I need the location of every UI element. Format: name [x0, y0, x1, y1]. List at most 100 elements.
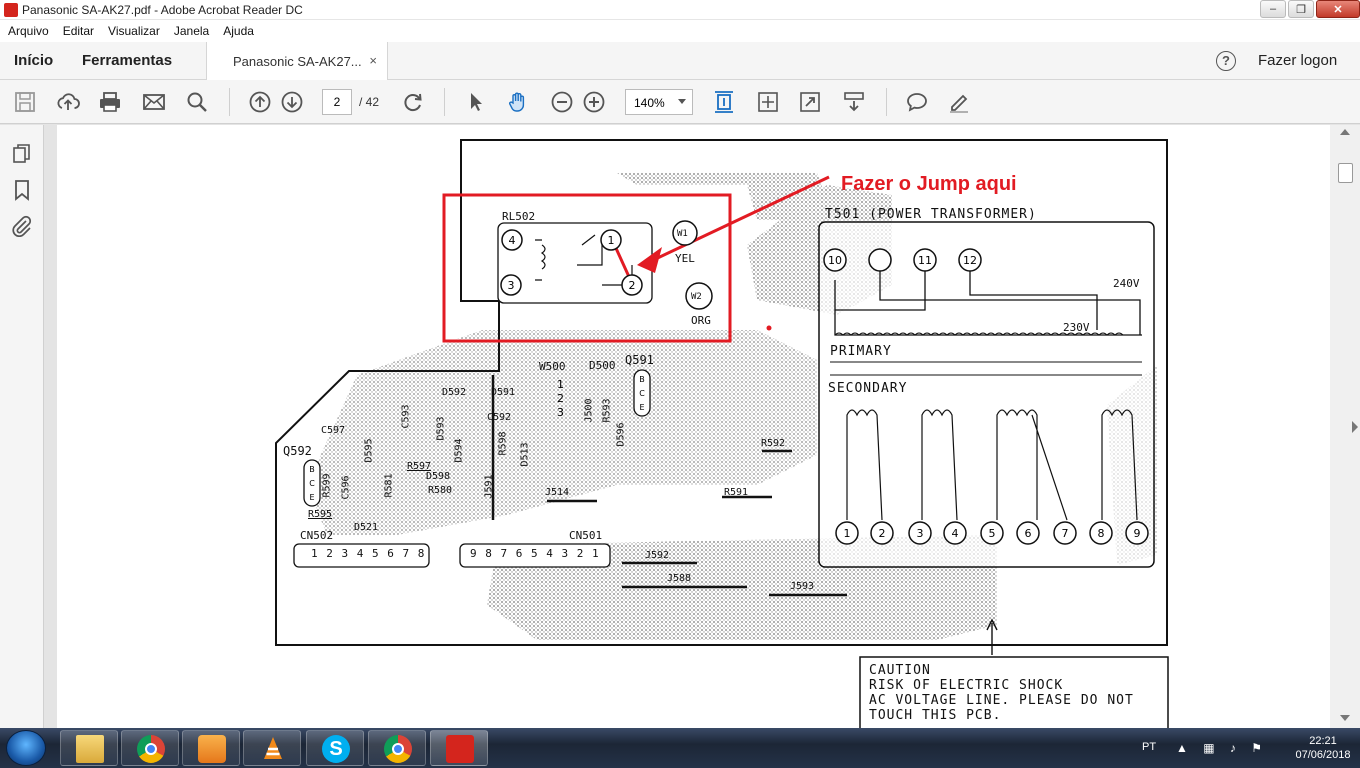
zoom-in-icon[interactable] — [582, 90, 606, 114]
secondary-pin-label: 6 — [1025, 527, 1032, 540]
scroll-mode-icon[interactable] — [756, 90, 780, 114]
caution-line: CAUTION — [869, 663, 931, 678]
document-viewport[interactable]: 4 1 3 2 10 11 12 1 2 3 4 5 6 7 8 9 1 2 3 B C E B C E Fazer o Jum… — [45, 125, 1330, 728]
j592-label: J592 — [645, 550, 670, 561]
clock-time: 22:21 — [1309, 735, 1337, 747]
r593-label: R593 — [601, 398, 613, 423]
r598-label: R598 — [497, 431, 509, 456]
primary-pin-label: 10 — [828, 254, 842, 267]
w500-label: W500 — [539, 360, 566, 373]
tab-tools[interactable]: Ferramentas — [82, 52, 172, 69]
r591-label: R591 — [724, 487, 749, 498]
q591-pin-label: C — [639, 389, 645, 398]
d521-label: D521 — [354, 522, 379, 533]
caution-line: TOUCH THIS PCB. — [869, 708, 1002, 723]
primary-pin-label: 12 — [963, 254, 977, 267]
pdf-page: 4 1 3 2 10 11 12 1 2 3 4 5 6 7 8 9 1 2 3 B C E B C E Fazer o Jum… — [57, 125, 1330, 728]
menu-bar: Arquivo Editar Visualizar Janela Ajuda — [0, 20, 1360, 42]
left-nav-panel — [0, 125, 52, 728]
relay-pin-label: 1 — [608, 234, 615, 247]
taskbar-file-explorer[interactable] — [60, 730, 118, 766]
windows-taskbar: S PT ▲ ▦ ♪ ⚑ 22:21 07/06/2018 — [0, 728, 1360, 768]
language-indicator[interactable]: PT — [1142, 741, 1156, 753]
select-cursor-icon[interactable] — [464, 90, 488, 114]
next-page-icon[interactable] — [280, 90, 304, 114]
clock[interactable]: 22:21 07/06/2018 — [1292, 734, 1354, 762]
page-number-input[interactable]: 2 — [322, 89, 352, 115]
menu-editar[interactable]: Editar — [55, 20, 100, 38]
taskbar-acrobat[interactable] — [430, 730, 488, 766]
scrollbar-thumb[interactable] — [1338, 163, 1353, 183]
minimize-button[interactable]: – — [1260, 0, 1286, 18]
tab-document[interactable]: Panasonic SA-AK27... × — [206, 42, 388, 80]
org-label: ORG — [691, 314, 711, 327]
toolbar-separator — [444, 88, 445, 116]
vertical-scrollbar[interactable] — [1330, 125, 1360, 728]
fit-page-icon[interactable] — [712, 90, 736, 114]
primary-label: PRIMARY — [830, 344, 892, 359]
help-icon[interactable]: ? — [1216, 51, 1236, 71]
hand-tool-icon[interactable] — [506, 90, 530, 114]
login-link[interactable]: Fazer logon — [1258, 52, 1337, 69]
taskbar-skype[interactable]: S — [306, 730, 364, 766]
q592-pin-label: E — [309, 493, 314, 502]
c597-label: C597 — [321, 425, 346, 436]
menu-arquivo[interactable]: Arquivo — [0, 20, 55, 38]
highlight-pen-icon[interactable] — [947, 90, 971, 114]
maximize-button[interactable]: ❐ — [1288, 0, 1314, 18]
read-mode-icon[interactable] — [842, 90, 866, 114]
email-icon[interactable] — [142, 90, 166, 114]
window-title: Panasonic SA-AK27.pdf - Adobe Acrobat Re… — [22, 3, 303, 17]
windows-start-button[interactable] — [6, 730, 46, 766]
taskbar-vlc[interactable] — [243, 730, 301, 766]
scroll-down-icon[interactable] — [1340, 715, 1350, 721]
taskbar-media-player[interactable] — [182, 730, 240, 766]
230v-label: 230V — [1063, 321, 1090, 334]
taskbar-chrome[interactable] — [121, 730, 179, 766]
t501-label: T501 (POWER TRANSFORMER) — [825, 207, 1037, 222]
j593-label: J593 — [790, 581, 815, 592]
secondary-pin-label: 5 — [989, 527, 996, 540]
taskbar-chrome-2[interactable] — [368, 730, 426, 766]
q592-label: Q592 — [283, 444, 312, 458]
comment-icon[interactable] — [905, 90, 929, 114]
d500-label: D500 — [589, 359, 616, 372]
zoom-out-icon[interactable] — [550, 90, 574, 114]
d594-label: D594 — [453, 438, 465, 463]
scroll-up-icon[interactable] — [1340, 129, 1350, 135]
j514-label: J514 — [545, 487, 570, 498]
bookmark-icon[interactable] — [11, 179, 33, 201]
full-screen-icon[interactable] — [798, 90, 822, 114]
c592-label: C592 — [487, 412, 512, 423]
close-tab-icon[interactable]: × — [369, 53, 377, 68]
expand-right-panel-icon[interactable] — [1352, 421, 1358, 433]
caution-line: AC VOLTAGE LINE. PLEASE DO NOT — [869, 693, 1134, 708]
save-icon[interactable] — [13, 90, 37, 114]
system-tray: PT ▲ ▦ ♪ ⚑ 22:21 07/06/2018 — [1140, 728, 1360, 768]
tray-icons[interactable]: ▲ ▦ ♪ ⚑ — [1176, 741, 1268, 755]
print-icon[interactable] — [98, 90, 122, 114]
menu-janela[interactable]: Janela — [166, 20, 215, 38]
page-thumbnails-icon[interactable] — [11, 143, 33, 165]
menu-ajuda[interactable]: Ajuda — [215, 20, 260, 38]
secondary-pin-label: 7 — [1062, 527, 1069, 540]
jump-annotation-text: Fazer o Jump aqui — [841, 173, 1017, 195]
tab-home[interactable]: Início — [14, 52, 53, 69]
c593-label: C593 — [400, 404, 412, 429]
secondary-pin-label: 9 — [1134, 527, 1141, 540]
c596-label: C596 — [340, 475, 352, 500]
attachment-icon[interactable] — [11, 215, 33, 238]
q591-pin-label: B — [639, 375, 645, 384]
close-window-button[interactable]: ✕ — [1316, 0, 1360, 18]
previous-page-icon[interactable] — [248, 90, 272, 114]
menu-visualizar[interactable]: Visualizar — [100, 20, 166, 38]
zoom-select[interactable]: 140% — [625, 89, 693, 115]
acrobat-app-icon — [4, 3, 18, 17]
q592-pin-label: B — [309, 465, 315, 474]
search-icon[interactable] — [185, 90, 209, 114]
rotate-icon[interactable] — [401, 90, 425, 114]
secondary-pin-label: 2 — [879, 527, 886, 540]
secondary-pin-label: 3 — [917, 527, 924, 540]
cn501-label: CN501 — [569, 529, 603, 542]
upload-cloud-icon[interactable] — [56, 90, 80, 114]
